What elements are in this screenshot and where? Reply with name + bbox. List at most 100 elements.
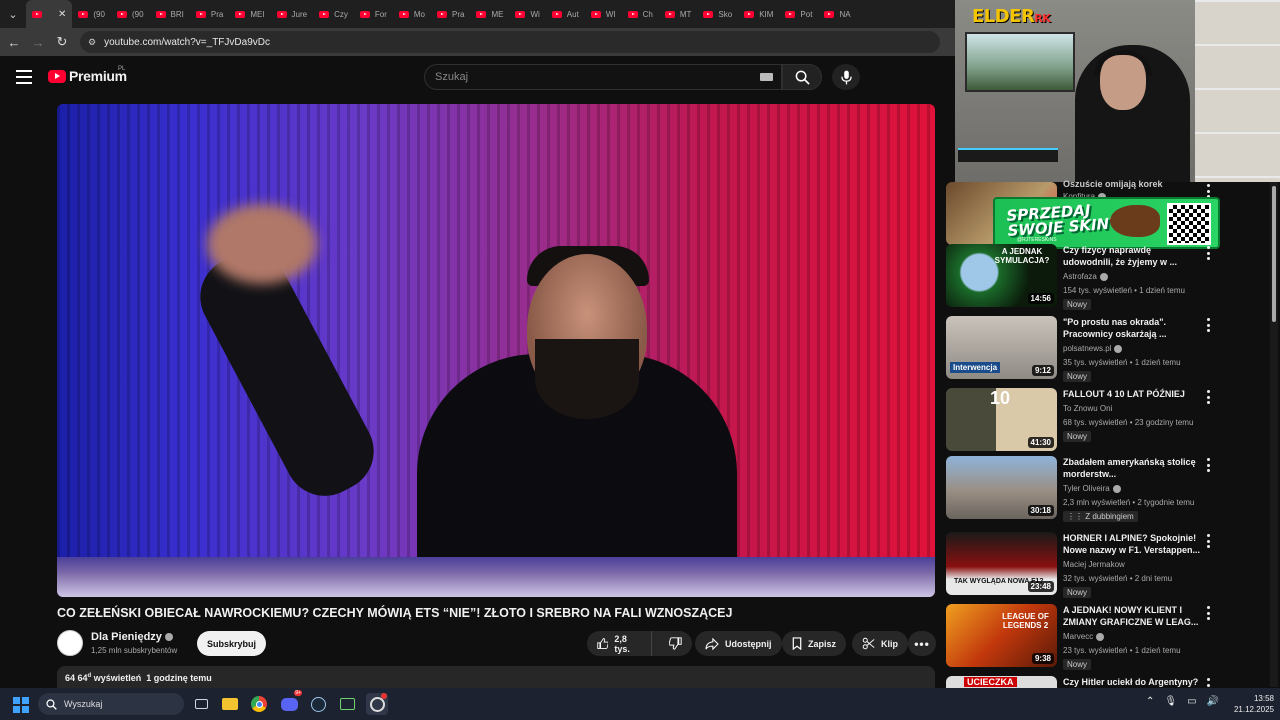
youtube-favicon-icon: [32, 10, 42, 18]
windows-start-icon[interactable]: [13, 697, 29, 713]
youtube-play-icon: [48, 69, 66, 83]
video-title: CO ZEŁEŃSKI OBIECAŁ NAWROCKIEMU? CZECHY …: [57, 606, 733, 620]
youtube-favicon-icon: [235, 10, 246, 18]
volume-icon[interactable]: 🔊: [1207, 696, 1219, 707]
video-player[interactable]: [57, 104, 935, 597]
channel-name: Astrofaza: [1063, 272, 1108, 281]
save-button[interactable]: Zapisz: [782, 631, 847, 656]
discord-icon[interactable]: 9+: [278, 690, 302, 715]
thumbs-down-icon: [668, 637, 682, 650]
more-options-icon[interactable]: [1203, 606, 1213, 620]
video-thumbnail[interactable]: 10 41:30: [946, 388, 1057, 451]
dislike-button[interactable]: [658, 631, 692, 656]
browser-tab[interactable]: WI: [585, 0, 622, 28]
voice-search-button[interactable]: [832, 64, 860, 90]
youtube-premium-logo[interactable]: Premium PL: [48, 66, 127, 84]
more-options-icon[interactable]: [1203, 390, 1213, 404]
recommendation-item[interactable]: UCIECZKA Czy Hitler uciekł do Argentyny?: [946, 676, 1246, 688]
recommendation-item[interactable]: 10 41:30 FALLOUT 4 10 LAT PÓŹNIEJ To Zno…: [946, 388, 1246, 454]
reload-icon[interactable]: ↻: [50, 28, 74, 56]
browser-tab[interactable]: Jure: [271, 0, 314, 28]
browser-tab[interactable]: (90: [72, 0, 111, 28]
sidebar-scrollbar-thumb[interactable]: [1272, 186, 1276, 322]
subscribe-button[interactable]: Subskrybuj: [197, 631, 267, 656]
clip-button[interactable]: Klip: [852, 631, 908, 656]
more-options-icon[interactable]: [1203, 184, 1213, 198]
recommendation-item[interactable]: TAK WYGLĄDA NOWA F1? 23:48 HORNER I ALPI…: [946, 532, 1246, 598]
video-thumbnail[interactable]: TAK WYGLĄDA NOWA F1? 23:48: [946, 532, 1057, 595]
system-clock[interactable]: 13:58 21.12.2025: [1222, 693, 1274, 715]
video-frame-beard: [535, 339, 639, 419]
browser-tab[interactable]: KIM: [738, 0, 779, 28]
chrome-icon[interactable]: [248, 693, 270, 715]
browser-tab[interactable]: Mo: [393, 0, 431, 28]
recommendation-item[interactable]: LEAGUE OF LEGENDS 2 9:38 A JEDNAK! NOWY …: [946, 604, 1246, 670]
channel-name[interactable]: Dla Pieniędzy: [91, 631, 173, 643]
more-options-icon[interactable]: [1203, 534, 1213, 548]
taskbar-search-input[interactable]: Wyszukaj: [38, 693, 184, 715]
scissors-icon: [862, 637, 875, 650]
address-bar[interactable]: ⚙ youtube.com/watch?v=_TFJvDa9vDc: [80, 31, 940, 53]
menu-hamburger-icon[interactable]: [16, 70, 32, 84]
microphone-icon[interactable]: 🎙: [1164, 696, 1177, 707]
bookmark-icon: [792, 637, 802, 650]
video-thumbnail[interactable]: Interwencja 9:12: [946, 316, 1057, 379]
browser-tab-active[interactable]: ✕: [26, 0, 73, 28]
share-button[interactable]: Udostępnij: [695, 631, 782, 656]
tab-close-icon[interactable]: ✕: [58, 9, 66, 20]
steam-icon[interactable]: [307, 693, 329, 715]
more-actions-button[interactable]: •••: [908, 631, 936, 656]
browser-tab[interactable]: Sko: [697, 0, 738, 28]
url-text: youtube.com/watch?v=_TFJvDa9vDc: [104, 36, 270, 48]
video-thumbnail[interactable]: LEAGUE OF LEGENDS 2 9:38: [946, 604, 1057, 667]
recommendation-item[interactable]: A JEDNAK SYMULACJA? 14:56 Czy fizycy nap…: [946, 244, 1246, 310]
browser-tab[interactable]: Czy: [313, 0, 354, 28]
recommendation-item[interactable]: 30:18 Zbadałem amerykańską stolicę morde…: [946, 456, 1246, 522]
video-thumbnail[interactable]: A JEDNAK SYMULACJA? 14:56: [946, 244, 1057, 307]
video-thumbnail[interactable]: UCIECZKA: [946, 676, 1057, 688]
browser-tab[interactable]: BRI: [150, 0, 190, 28]
keyboard-icon[interactable]: [760, 73, 773, 81]
browser-tab[interactable]: MEI: [229, 0, 270, 28]
task-view-icon[interactable]: [190, 693, 212, 715]
more-options-icon[interactable]: [1203, 318, 1213, 332]
like-button[interactable]: 2,8 tys.: [587, 631, 653, 656]
channel-avatar[interactable]: [57, 630, 83, 656]
browser-tab[interactable]: Ch: [622, 0, 659, 28]
browser-tab[interactable]: NA: [818, 0, 856, 28]
browser-tab[interactable]: Pot: [779, 0, 818, 28]
search-button[interactable]: [782, 64, 822, 90]
forward-arrow-icon[interactable]: →: [26, 28, 50, 56]
obs-icon[interactable]: [366, 693, 388, 715]
search-input[interactable]: Szukaj: [424, 64, 782, 90]
tab-list-chevron-icon[interactable]: ⌄: [0, 0, 26, 28]
display-icon[interactable]: ▭: [1187, 696, 1196, 707]
more-options-icon[interactable]: [1203, 458, 1213, 472]
video-title: Zbadałem amerykańską stolicę morderstw..…: [1063, 457, 1196, 479]
browser-tab[interactable]: Pra: [190, 0, 229, 28]
recommendation-item[interactable]: Interwencja 9:12 "Po prostu nas okrada".…: [946, 316, 1246, 382]
file-explorer-icon[interactable]: [219, 693, 241, 715]
video-thumbnail[interactable]: 30:18: [946, 456, 1057, 519]
browser-tab[interactable]: For: [354, 0, 393, 28]
webcam-bookshelf: [1195, 0, 1280, 182]
browser-tab[interactable]: ME: [470, 0, 509, 28]
more-options-icon[interactable]: [1203, 678, 1213, 688]
video-title: "Po prostu nas okrada". Pracownicy oskar…: [1063, 317, 1167, 339]
browser-tab[interactable]: MT: [659, 0, 698, 28]
xbox-icon[interactable]: [336, 693, 358, 715]
description-box[interactable]: 64 64d wyświetleń 1 godzinę temu: [57, 666, 935, 690]
back-arrow-icon[interactable]: ←: [2, 28, 26, 56]
channel-name: polsatnews.pl: [1063, 344, 1123, 353]
site-info-icon[interactable]: ⚙: [88, 37, 96, 48]
browser-tab[interactable]: Wi: [509, 0, 545, 28]
youtube-favicon-icon: [319, 10, 330, 18]
browser-tab[interactable]: Aut: [546, 0, 585, 28]
video-frame-hand: [207, 204, 317, 284]
more-options-icon[interactable]: [1203, 246, 1213, 260]
browser-tab[interactable]: Pra: [431, 0, 470, 28]
browser-tab[interactable]: (90: [111, 0, 150, 28]
promo-handle: @RJTERESKINS: [1017, 237, 1057, 243]
chevron-up-icon[interactable]: ⌃: [1146, 696, 1154, 707]
video-title: Oszuście omijają korek: [1063, 179, 1163, 189]
